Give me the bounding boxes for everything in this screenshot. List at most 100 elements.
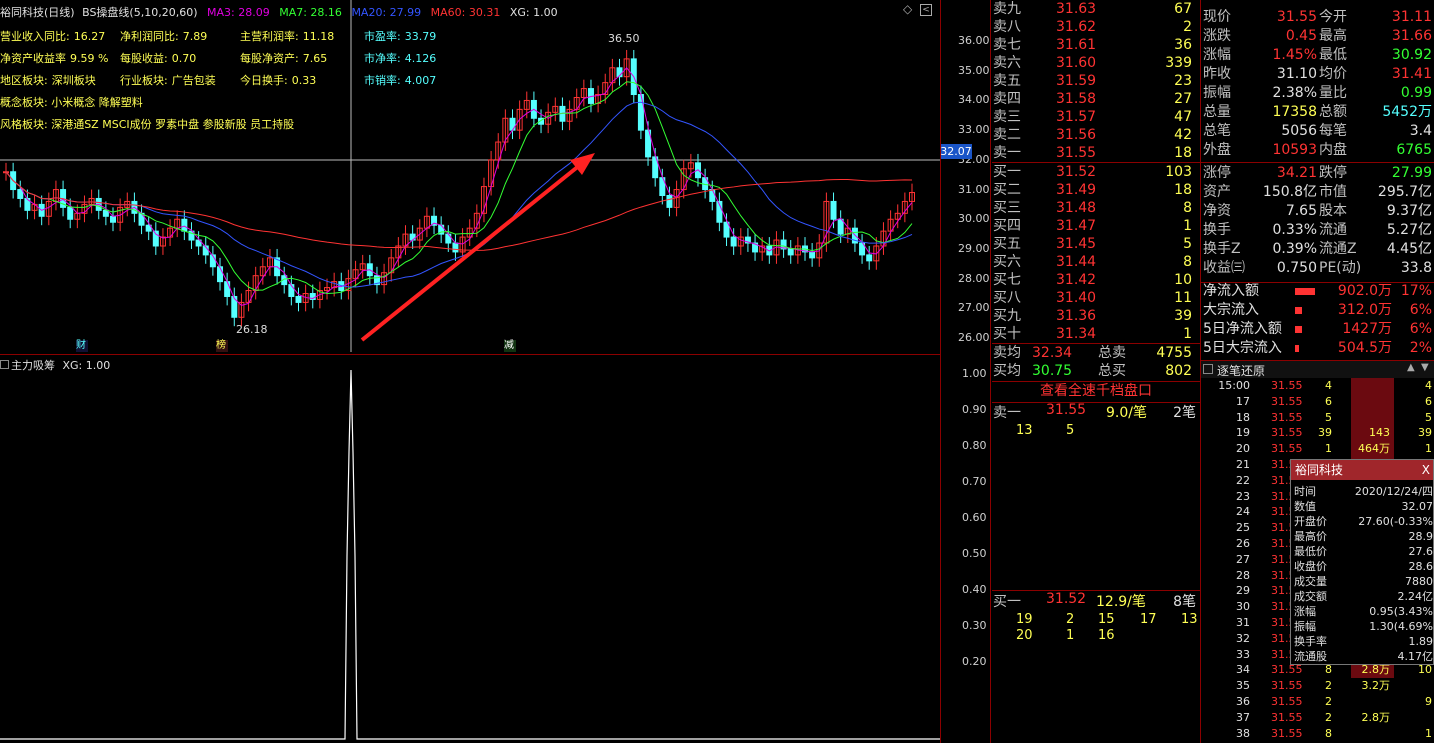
ask-row[interactable]: 卖九 31.63 67 xyxy=(992,0,1200,19)
bid-row[interactable]: 买二 31.49 18 xyxy=(992,181,1200,200)
tick-row: 20 31.55 1 464万 1 xyxy=(1201,441,1434,457)
tick-vol-right: 1 xyxy=(1425,726,1432,740)
axis-divider xyxy=(940,0,941,743)
quote-label: 总额 xyxy=(1319,104,1347,120)
popup-row: 最高价 28.9 xyxy=(1291,529,1434,544)
tick-down-icon[interactable]: ▼ xyxy=(1421,362,1429,373)
ask-price: 31.60 xyxy=(1056,55,1097,71)
event-marker-reduce[interactable]: 减 xyxy=(504,340,516,352)
quote-row: 收益㈢ 0.750 PE(动) 33.8 xyxy=(1201,259,1434,278)
fundamental-value: 广告包装 xyxy=(171,74,216,87)
bid-row[interactable]: 买八 31.40 11 xyxy=(992,289,1200,308)
ask-price: 31.58 xyxy=(1056,91,1097,107)
popup-row: 流通股 4.17亿 xyxy=(1291,649,1434,664)
ma7-value: MA7: 28.16 xyxy=(279,6,342,19)
flow-bar xyxy=(1295,288,1316,295)
quote-value: 31.66 xyxy=(1391,28,1432,44)
popup-value: 7880 xyxy=(1405,575,1433,588)
tick-up-icon[interactable]: ▲ xyxy=(1407,362,1415,373)
tick-title: 逐笔还原 xyxy=(1217,364,1266,378)
quote-label: 最高 xyxy=(1319,28,1347,44)
fundamental-value: 16.27 xyxy=(73,30,106,43)
tick-time: 29 xyxy=(1236,584,1250,598)
quote-label: 收益㈢ xyxy=(1203,260,1245,276)
tick-time: 32 xyxy=(1236,631,1250,645)
candle-body xyxy=(67,206,74,220)
popup-title: 裕同科技 X xyxy=(1291,460,1433,480)
price-axis-label: 33.00 xyxy=(958,123,990,137)
diamond-icon[interactable]: ◇ xyxy=(903,2,912,16)
current-price-tag: 32.07 xyxy=(940,144,972,159)
ask-level-label: 卖五 xyxy=(993,73,1021,89)
bid-row[interactable]: 买十 31.34 1 xyxy=(992,325,1200,344)
candle-body xyxy=(217,266,224,283)
ask-level-label: 卖四 xyxy=(993,91,1021,107)
ask-row[interactable]: 卖四 31.58 27 xyxy=(992,90,1200,109)
tick-price: 31.55 xyxy=(1271,695,1303,708)
indicator-line xyxy=(0,369,940,740)
bid-row[interactable]: 买五 31.45 5 xyxy=(992,235,1200,254)
quote-row: 总量 17358 总额 5452万 xyxy=(1201,103,1434,122)
fund-flow-row: 5日大宗流入 504.5万 2% xyxy=(1201,339,1434,358)
price-axis-label: 27.00 xyxy=(958,301,990,315)
quote-label: 外盘 xyxy=(1203,142,1231,158)
tick-time: 27 xyxy=(1236,552,1250,566)
bid-row[interactable]: 买七 31.42 10 xyxy=(992,271,1200,290)
ask-row[interactable]: 卖二 31.56 42 xyxy=(992,126,1200,145)
popup-key: 开盘价 xyxy=(1294,515,1327,528)
quote-row: 资产 150.8亿 市值 295.7亿 xyxy=(1201,183,1434,202)
kline-info-popup[interactable]: 裕同科技 X 时间 2020/12/24/四 数值 32.07 开盘价 27.60(-0.3… xyxy=(1290,459,1434,665)
bid-qty: 103 xyxy=(1165,164,1192,180)
indicator-plot[interactable] xyxy=(0,356,940,743)
ask-row[interactable]: 卖八 31.62 2 xyxy=(992,18,1200,37)
price-axis-label: 36.00 xyxy=(958,34,990,47)
bid1-queue-price: 31.52 xyxy=(1046,591,1087,607)
bid1-order: 2 xyxy=(1066,612,1075,627)
ask-row[interactable]: 卖七 31.61 36 xyxy=(992,36,1200,55)
ask-qty: 18 xyxy=(1174,145,1192,161)
ask-row[interactable]: 卖三 31.57 47 xyxy=(992,108,1200,127)
bid1-queue-detail-2: 20 1 16 xyxy=(992,628,1200,644)
price-axis-label: 35.00 xyxy=(958,63,990,77)
event-marker-list[interactable]: 榜 xyxy=(216,340,228,352)
quote-row: 振幅 2.38% 量比 0.99 xyxy=(1201,84,1434,103)
bid-row[interactable]: 买九 31.36 39 xyxy=(992,307,1200,326)
quote-row: 涨跌 0.45 最高 31.66 xyxy=(1201,27,1434,46)
indicator-axis-label: 1.00 xyxy=(962,367,987,380)
fundamental-label: 市盈率: xyxy=(364,30,401,43)
ask-row[interactable]: 卖一 31.55 18 xyxy=(992,144,1200,163)
tick-box-icon[interactable] xyxy=(1203,364,1213,374)
quote-value: 31.11 xyxy=(1391,9,1432,25)
bid-level-label: 买一 xyxy=(993,164,1021,180)
popup-value: 0.95(3.43% xyxy=(1369,605,1433,618)
bid-row[interactable]: 买一 31.52 103 xyxy=(992,163,1200,182)
event-marker-finance[interactable]: 财 xyxy=(76,340,88,352)
bid-row[interactable]: 买六 31.44 8 xyxy=(992,253,1200,272)
ask-qty: 36 xyxy=(1174,37,1192,53)
quote-label: 换手 xyxy=(1203,222,1231,238)
close-icon[interactable]: X xyxy=(1422,460,1430,480)
candle-body xyxy=(452,242,459,253)
quote-row: 涨停 34.21 跌停 27.99 xyxy=(1201,164,1434,183)
ask-price: 31.56 xyxy=(1056,127,1097,143)
flow-label: 大宗流入 xyxy=(1203,302,1259,318)
bid-price: 31.44 xyxy=(1056,254,1097,270)
quote-value: 17358 xyxy=(1272,104,1317,120)
bid-price: 31.52 xyxy=(1056,164,1097,180)
quote-value: 0.33% xyxy=(1272,222,1317,238)
indicator-axis-label: 0.30 xyxy=(962,619,987,632)
kline-chart-panel[interactable]: 裕同科技(日线) BS操盘线(5,10,20,60) MA3: 28.09 MA… xyxy=(0,0,992,743)
fundamental-item: 行业板块: 广告包装 xyxy=(120,72,216,88)
ask-row[interactable]: 卖六 31.60 339 xyxy=(992,54,1200,73)
fundamental-value: 4.126 xyxy=(404,52,437,65)
fundamental-value: 7.89 xyxy=(182,30,208,43)
bid-row[interactable]: 买四 31.47 1 xyxy=(992,217,1200,236)
full-depth-button[interactable]: 查看全速千档盘口 xyxy=(992,380,1200,402)
bid-row[interactable]: 买三 31.48 8 xyxy=(992,199,1200,218)
tick-row: 37 31.55 2 2.8万 xyxy=(1201,710,1434,726)
ask-row[interactable]: 卖五 31.59 23 xyxy=(992,72,1200,91)
quote-value: 5056 xyxy=(1281,123,1317,139)
collapse-icon[interactable]: < xyxy=(920,4,932,16)
indicator-name[interactable]: BS操盘线(5,10,20,60) xyxy=(82,6,197,19)
quote-label: 总笔 xyxy=(1203,123,1231,139)
